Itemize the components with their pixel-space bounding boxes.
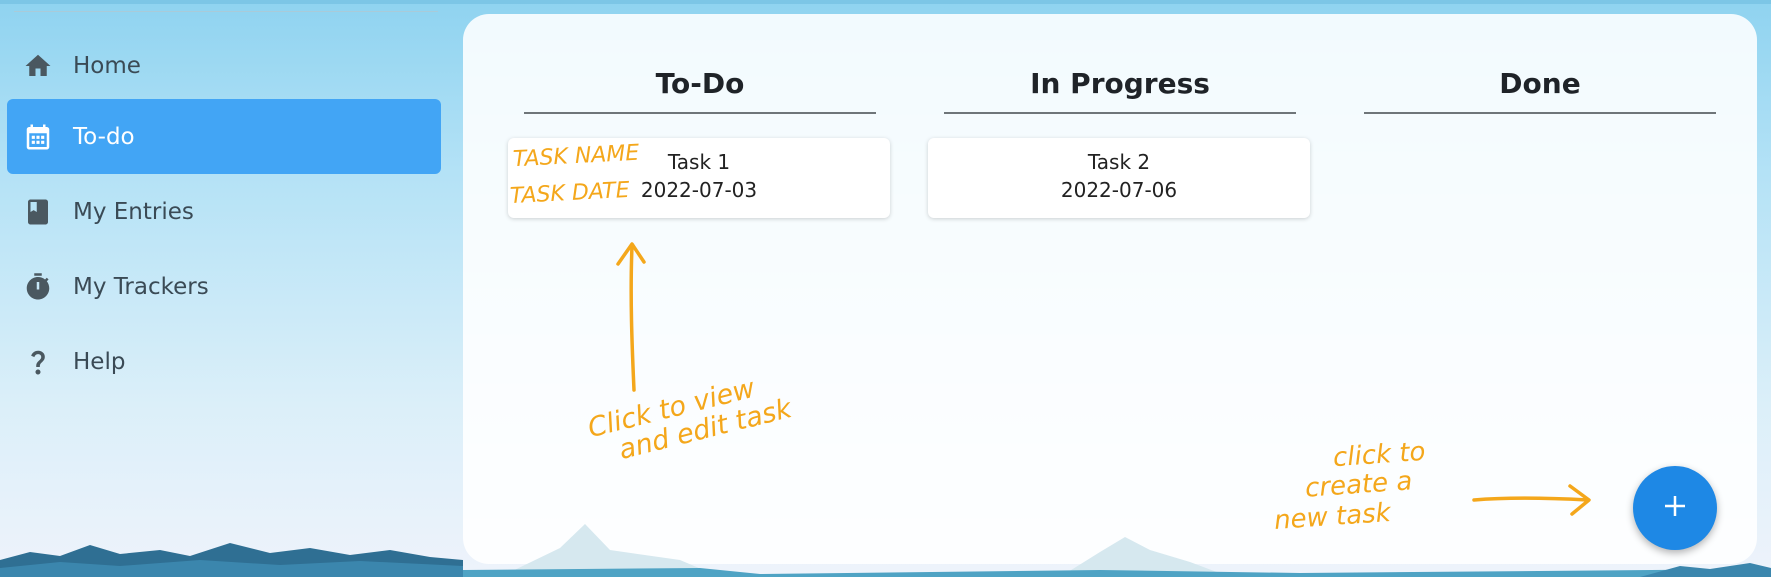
column-todo: To-Do [524,64,876,104]
sidebar-item-label: Help [73,348,126,375]
column-done: Done [1364,64,1716,104]
column-divider [1364,112,1716,114]
sidebar-item-todo[interactable]: To-do [7,99,441,174]
column-title: Done [1499,67,1581,100]
task-date: 2022-07-06 [1060,178,1178,202]
sidebar-divider [14,11,438,12]
home-icon [21,49,55,83]
task-card[interactable]: Task 2 2022-07-06 [928,138,1310,218]
sidebar-item-my-trackers[interactable]: My Trackers [7,249,441,324]
arrow-up-annotation [616,242,646,392]
column-divider [944,112,1296,114]
column-divider [524,112,876,114]
column-title: In Progress [1030,67,1210,100]
book-icon [21,195,55,229]
sidebar-item-label: My Trackers [73,273,209,300]
stopwatch-icon [21,270,55,304]
top-border [0,0,1771,4]
sidebar-item-label: My Entries [73,198,194,225]
help-icon [21,345,55,379]
sidebar-item-home[interactable]: Home [7,28,441,103]
sidebar-item-my-entries[interactable]: My Entries [7,174,441,249]
calendar-icon [21,120,55,154]
column-in-progress: In Progress [944,64,1296,104]
sidebar-item-label: To-do [73,123,135,150]
sidebar-item-label: Home [73,52,141,79]
mountain-background [0,524,1771,577]
task-name: Task 2 [1087,150,1151,174]
column-title: To-Do [655,67,745,100]
sidebar-item-help[interactable]: Help [7,324,441,399]
